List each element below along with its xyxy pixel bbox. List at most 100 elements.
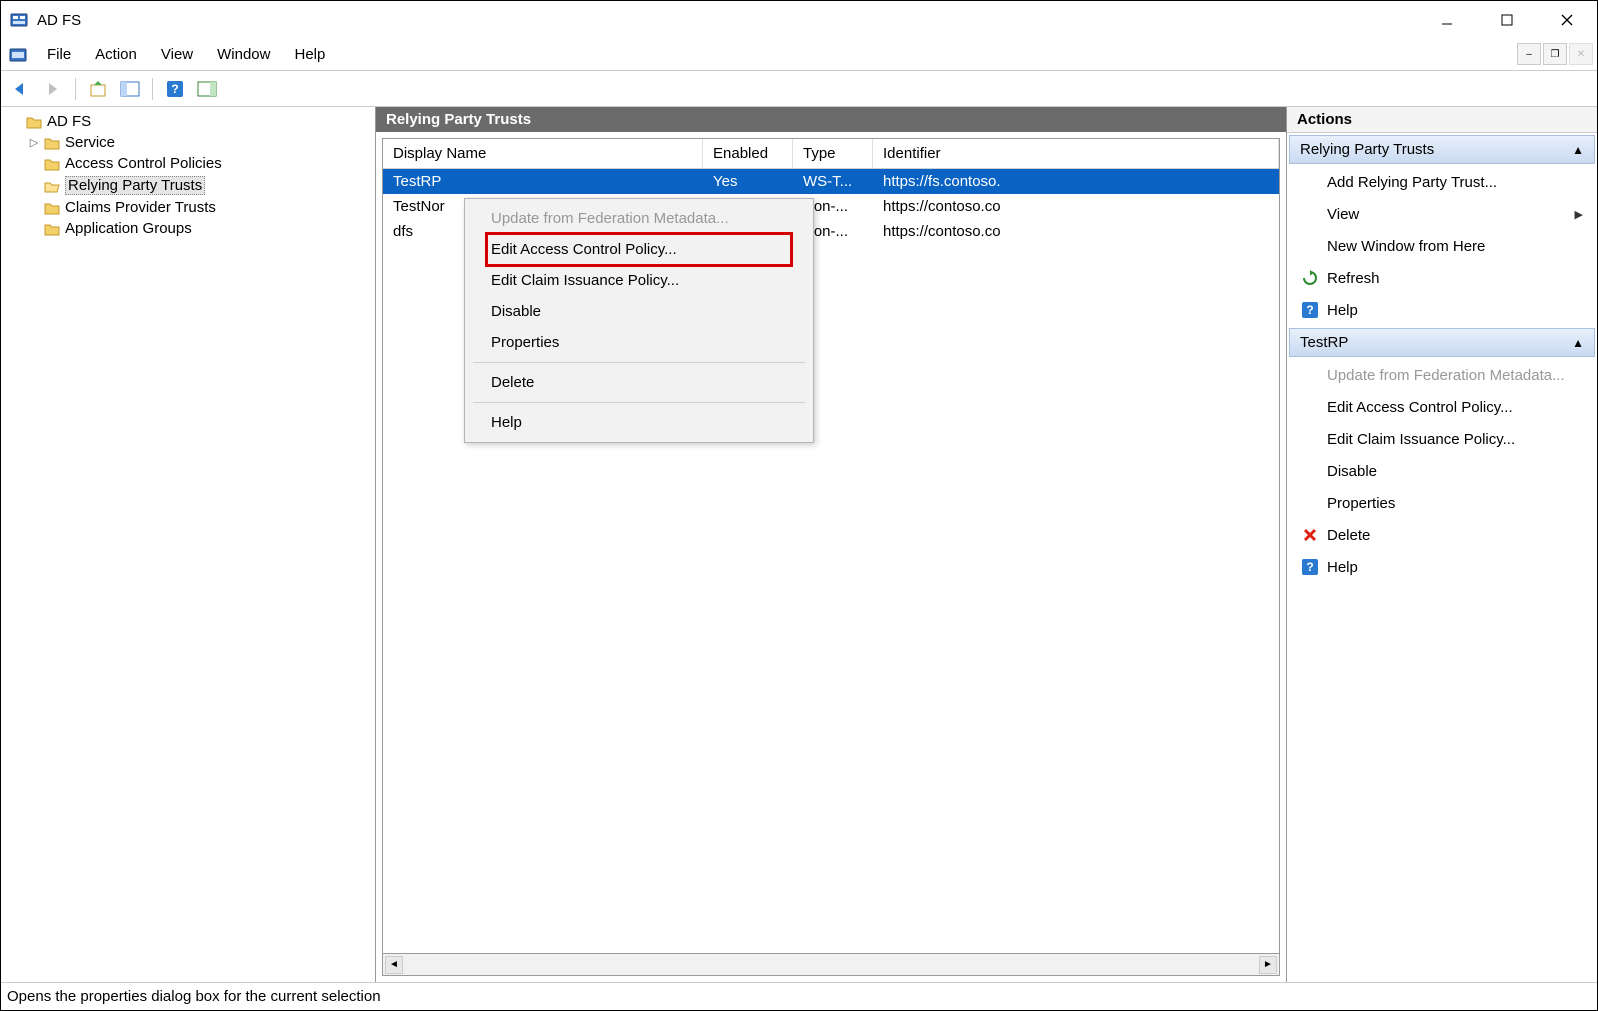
tree-item-label: Access Control Policies bbox=[65, 155, 222, 172]
cm-separator bbox=[473, 362, 805, 363]
cm-properties[interactable]: Properties bbox=[465, 327, 813, 358]
list-columns: Display Name Enabled Type Identifier bbox=[383, 139, 1279, 169]
cm-help[interactable]: Help bbox=[465, 407, 813, 438]
cm-disable[interactable]: Disable bbox=[465, 296, 813, 327]
menu-view[interactable]: View bbox=[149, 42, 205, 67]
tree-item-service[interactable]: ▷ Service bbox=[1, 132, 375, 153]
help-button[interactable]: ? bbox=[161, 75, 189, 103]
col-display-name[interactable]: Display Name bbox=[383, 139, 703, 168]
folder-open-icon bbox=[43, 178, 61, 194]
action-help-2[interactable]: ? Help bbox=[1287, 551, 1597, 583]
menubar: File Action View Window Help – ❐ ✕ bbox=[1, 39, 1597, 71]
toolbar-separator bbox=[75, 78, 76, 100]
actions-body: Relying Party Trusts ▲ Add Relying Party… bbox=[1287, 133, 1597, 982]
col-identifier[interactable]: Identifier bbox=[873, 139, 1279, 168]
cm-update-fed-metadata[interactable]: Update from Federation Metadata... bbox=[465, 203, 813, 234]
action-label: New Window from Here bbox=[1327, 238, 1485, 255]
show-hide-tree-button[interactable] bbox=[116, 75, 144, 103]
delete-icon bbox=[1301, 526, 1319, 544]
action-label: Delete bbox=[1327, 527, 1370, 544]
mdi-restore[interactable]: ❐ bbox=[1543, 43, 1567, 65]
tree-item-relying-party-trusts[interactable]: Relying Party Trusts bbox=[1, 174, 375, 197]
tree-item-label: Application Groups bbox=[65, 220, 192, 237]
up-button[interactable] bbox=[84, 75, 112, 103]
expander-icon[interactable]: ▷ bbox=[25, 136, 43, 149]
collapse-icon[interactable]: ▲ bbox=[1572, 143, 1584, 157]
minimize-button[interactable] bbox=[1417, 1, 1477, 39]
action-properties[interactable]: Properties bbox=[1287, 487, 1597, 519]
folder-icon bbox=[43, 156, 61, 172]
center-pane-header: Relying Party Trusts bbox=[376, 107, 1286, 132]
col-enabled[interactable]: Enabled bbox=[703, 139, 793, 168]
list-row[interactable]: TestRP Yes WS-T... https://fs.contoso. bbox=[383, 169, 1279, 194]
menu-help[interactable]: Help bbox=[282, 42, 337, 67]
collapse-icon[interactable]: ▲ bbox=[1572, 336, 1584, 350]
action-add-relying-party-trust[interactable]: Add Relying Party Trust... bbox=[1287, 166, 1597, 198]
action-help[interactable]: ? Help bbox=[1287, 294, 1597, 326]
action-refresh[interactable]: Refresh bbox=[1287, 262, 1597, 294]
mmc-icon bbox=[7, 44, 29, 66]
actions-section-title: Relying Party Trusts bbox=[1300, 141, 1434, 158]
mdi-close[interactable]: ✕ bbox=[1569, 43, 1593, 65]
folder-icon bbox=[43, 200, 61, 216]
actions-section-testrp-header[interactable]: TestRP ▲ bbox=[1289, 328, 1595, 357]
action-label: Help bbox=[1327, 302, 1358, 319]
blank-icon bbox=[1301, 398, 1319, 416]
actions-section-rpt-header[interactable]: Relying Party Trusts ▲ bbox=[1289, 135, 1595, 164]
toolbar-separator-2 bbox=[152, 78, 153, 100]
mdi-controls: – ❐ ✕ bbox=[1517, 43, 1593, 65]
titlebar: AD FS bbox=[1, 1, 1597, 39]
close-button[interactable] bbox=[1537, 1, 1597, 39]
app-icon bbox=[9, 10, 29, 30]
cm-edit-access-control-policy[interactable]: Edit Access Control Policy... bbox=[465, 234, 813, 265]
action-label: Add Relying Party Trust... bbox=[1327, 174, 1497, 191]
action-update-fed-metadata[interactable]: Update from Federation Metadata... bbox=[1287, 359, 1597, 391]
maximize-button[interactable] bbox=[1477, 1, 1537, 39]
cm-edit-claim-issuance-policy[interactable]: Edit Claim Issuance Policy... bbox=[465, 265, 813, 296]
menu-file[interactable]: File bbox=[35, 42, 83, 67]
app-window: AD FS File Action View Window Help – ❐ ✕… bbox=[0, 0, 1598, 1011]
tree-item-access-control-policies[interactable]: Access Control Policies bbox=[1, 153, 375, 174]
action-disable[interactable]: Disable bbox=[1287, 455, 1597, 487]
tree-item-label: Service bbox=[65, 134, 115, 151]
cell-identifier: https://fs.contoso. bbox=[873, 171, 1279, 192]
action-view[interactable]: View bbox=[1287, 198, 1597, 230]
tree-item-claims-provider-trusts[interactable]: Claims Provider Trusts bbox=[1, 197, 375, 218]
statusbar: Opens the properties dialog box for the … bbox=[1, 982, 1597, 1010]
scroll-left-icon[interactable]: ◄ bbox=[385, 956, 403, 974]
col-type[interactable]: Type bbox=[793, 139, 873, 168]
svg-text:?: ? bbox=[171, 82, 178, 96]
action-edit-claim-issuance-policy[interactable]: Edit Claim Issuance Policy... bbox=[1287, 423, 1597, 455]
svg-text:?: ? bbox=[1306, 303, 1313, 317]
tree-root-adfs[interactable]: AD FS bbox=[1, 111, 375, 132]
context-menu: Update from Federation Metadata... Edit … bbox=[464, 198, 814, 443]
action-new-window[interactable]: New Window from Here bbox=[1287, 230, 1597, 262]
action-delete[interactable]: Delete bbox=[1287, 519, 1597, 551]
blank-icon bbox=[1301, 430, 1319, 448]
help-icon: ? bbox=[1301, 301, 1319, 319]
actions-section-title: TestRP bbox=[1300, 334, 1348, 351]
folder-icon bbox=[43, 221, 61, 237]
folder-icon bbox=[43, 135, 61, 151]
svg-text:?: ? bbox=[1306, 560, 1313, 574]
action-label: Help bbox=[1327, 559, 1358, 576]
forward-button[interactable] bbox=[39, 75, 67, 103]
folder-icon bbox=[25, 114, 43, 130]
menu-window[interactable]: Window bbox=[205, 42, 282, 67]
cell-enabled: Yes bbox=[703, 171, 793, 192]
tree-item-label: Claims Provider Trusts bbox=[65, 199, 216, 216]
scroll-right-icon[interactable]: ► bbox=[1259, 956, 1277, 974]
menu-action[interactable]: Action bbox=[83, 42, 149, 67]
action-edit-access-control-policy[interactable]: Edit Access Control Policy... bbox=[1287, 391, 1597, 423]
cm-delete[interactable]: Delete bbox=[465, 367, 813, 398]
window-controls bbox=[1417, 1, 1597, 39]
tree-item-application-groups[interactable]: Application Groups bbox=[1, 218, 375, 239]
show-hide-action-pane-button[interactable] bbox=[193, 75, 221, 103]
action-label: Edit Claim Issuance Policy... bbox=[1327, 431, 1515, 448]
horizontal-scrollbar[interactable]: ◄ ► bbox=[382, 954, 1280, 976]
mdi-minimize[interactable]: – bbox=[1517, 43, 1541, 65]
actions-pane: Actions Relying Party Trusts ▲ Add Relyi… bbox=[1287, 107, 1597, 982]
action-label: Update from Federation Metadata... bbox=[1327, 367, 1565, 384]
back-button[interactable] bbox=[7, 75, 35, 103]
help-icon: ? bbox=[1301, 558, 1319, 576]
